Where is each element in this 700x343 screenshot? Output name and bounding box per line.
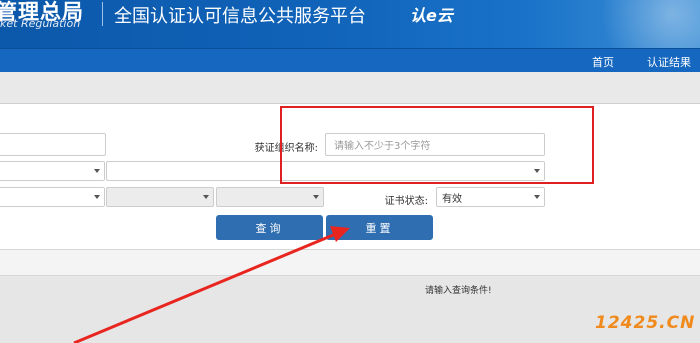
arrow-head <box>330 226 350 242</box>
annotation-arrow <box>73 226 350 343</box>
arrow-shaft <box>73 231 339 343</box>
watermark: 12425.CN <box>595 313 696 333</box>
